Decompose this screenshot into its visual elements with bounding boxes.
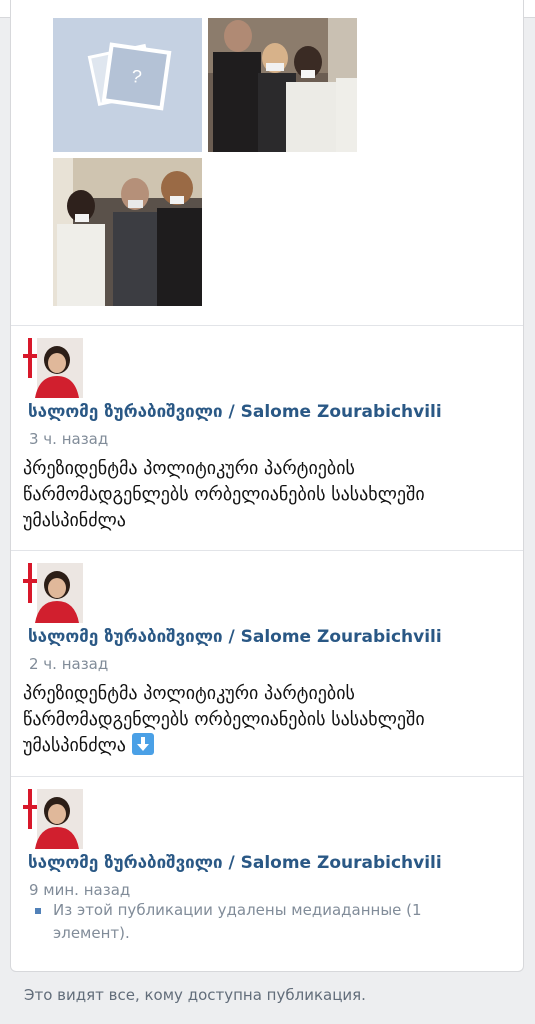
post-timestamp[interactable]: 3 ч. назад	[29, 430, 108, 448]
post-timestamp[interactable]: 2 ч. назад	[29, 655, 108, 673]
visibility-note: Это видят все, кому доступна публикация.	[24, 986, 366, 1004]
avatar-image	[23, 563, 83, 623]
missing-photo-icon: ?	[87, 42, 172, 111]
author-avatar[interactable]	[23, 338, 83, 398]
event-photo-image	[53, 158, 202, 306]
author-avatar[interactable]	[23, 563, 83, 623]
photo-event-1[interactable]	[208, 18, 357, 152]
post-text-container: პრეზიდენტმა პოლიტიკური პარტიების წარმომა…	[23, 681, 503, 759]
avatar-image	[23, 338, 83, 398]
avatar-image	[23, 789, 83, 849]
down-arrow-emoji-icon	[131, 733, 154, 755]
post-timestamp[interactable]: 9 мин. назад	[29, 881, 130, 899]
photo-placeholder[interactable]: ?	[53, 18, 202, 152]
post-text: პრეზიდენტმა პოლიტიკური პარტიების წარმომა…	[23, 683, 425, 756]
feed-card: ? სალომე ზურაბიშვილი / Salome Zourabichv…	[10, 0, 524, 972]
bullet-square-icon	[35, 908, 41, 914]
feed-post: სალომე ზურაბიშვილი / Salome Zourabichvil…	[11, 326, 523, 550]
post-text: პრეზიდენტმა პოლიტიკური პარტიების წარმომა…	[23, 458, 425, 531]
photo-event-2[interactable]	[53, 158, 202, 306]
media-removed-notice: Из этой публикации удалены медиаданные (…	[33, 899, 493, 945]
author-name-link[interactable]: სალომე ზურაბიშვილი / Salome Zourabichvil…	[28, 853, 442, 873]
feed-post: სალომე ზურაბიშვილი / Salome Zourabichvil…	[11, 777, 523, 971]
author-name-link[interactable]: სალომე ზურაბიშვილი / Salome Zourabichvil…	[28, 627, 442, 647]
author-avatar[interactable]	[23, 789, 83, 849]
feed-post: სალომე ზურაბიშვილი / Salome Zourabichvil…	[11, 551, 523, 777]
notice-text: Из этой публикации удалены медиаданные (…	[53, 901, 422, 942]
event-photo-image	[208, 18, 357, 152]
author-name-link[interactable]: სალომე ზურაბიშვილი / Salome Zourabichvil…	[28, 402, 442, 422]
